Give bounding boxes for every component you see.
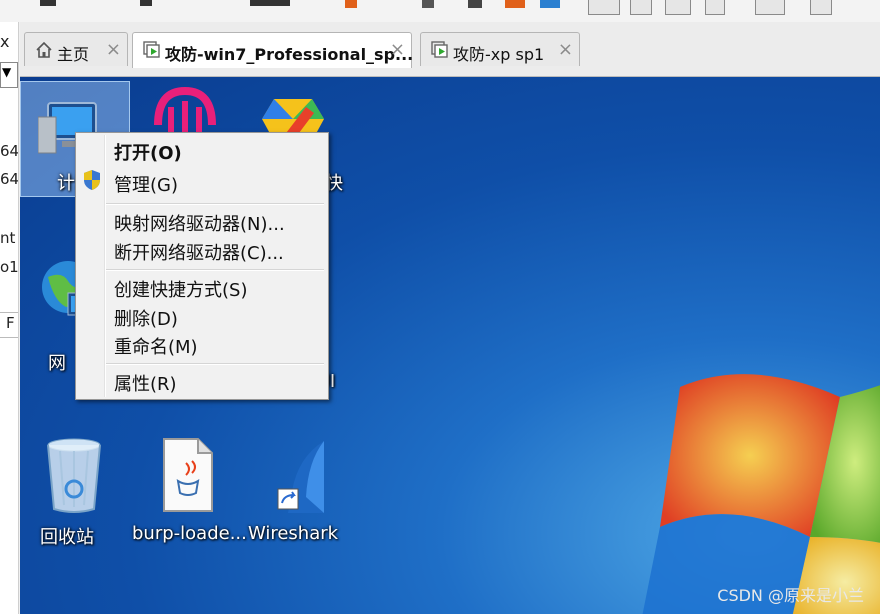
power-icon[interactable] xyxy=(345,0,357,8)
toolbar-icon[interactable] xyxy=(250,0,290,6)
library-item-fragment[interactable]: 64 xyxy=(0,170,18,188)
menu-item-delete[interactable]: 删除(D) xyxy=(114,305,178,331)
tab-label: 攻防-win7_Professional_sp... xyxy=(165,45,414,64)
stretch-icon[interactable] xyxy=(755,0,785,15)
tab-label: 攻防-xp sp1 xyxy=(453,45,545,64)
menu-separator xyxy=(106,269,324,271)
windows-logo-wallpaper xyxy=(642,374,880,614)
desktop-icon-label: burp-loade... xyxy=(132,523,247,544)
desktop-icon-burp-loader[interactable]: burp-loade... xyxy=(132,433,247,544)
recycle-bin-icon xyxy=(47,438,101,513)
context-menu: 打开(O) 管理(G) 映射网络驱动器(N)... 断开网络驱动器(C)... … xyxy=(75,132,329,400)
desktop-icon-recycle-bin[interactable]: 回收站 xyxy=(20,433,130,548)
desktop-icon-wireshark[interactable]: Wireshark xyxy=(238,433,348,544)
snapshot-icon[interactable] xyxy=(468,0,482,8)
vm-running-icon xyxy=(143,41,160,58)
settings-icon[interactable] xyxy=(810,0,832,15)
library-section: F xyxy=(0,312,18,338)
java-file-icon xyxy=(163,438,213,512)
menu-item-map-drive[interactable]: 映射网络驱动器(N)... xyxy=(114,210,285,236)
tab-xp[interactable]: 攻防-xp sp1 × xyxy=(420,32,580,66)
wireshark-icon xyxy=(277,441,324,513)
fullscreen-icon[interactable] xyxy=(630,0,652,15)
library-close-button[interactable]: x xyxy=(0,32,9,51)
library-item-fragment[interactable]: 64 xyxy=(0,142,18,160)
menu-separator xyxy=(106,203,324,205)
menu-item-disconnect-drive[interactable]: 断开网络驱动器(C)... xyxy=(114,239,284,265)
close-icon[interactable]: × xyxy=(558,39,573,60)
revert-icon[interactable] xyxy=(505,0,525,8)
library-search-dropdown[interactable]: ▼ xyxy=(0,62,18,88)
toolbar-icon[interactable] xyxy=(40,0,56,6)
menu-item-properties[interactable]: 属性(R) xyxy=(114,370,177,396)
desktop-icon-label: 回收站 xyxy=(40,527,94,548)
manage-snapshot-icon[interactable] xyxy=(540,0,560,8)
library-item-fragment[interactable]: o1 xyxy=(0,258,18,276)
tab-win7[interactable]: 攻防-win7_Professional_sp... × xyxy=(132,32,414,68)
menu-item-open[interactable]: 打开(O) xyxy=(114,139,182,165)
menu-separator xyxy=(106,363,324,365)
library-item-fragment[interactable]: nt xyxy=(0,229,15,247)
tab-label: 主页 xyxy=(57,45,90,64)
view-mode-icon[interactable] xyxy=(588,0,620,15)
close-icon[interactable]: × xyxy=(390,39,405,60)
menu-item-manage[interactable]: 管理(G) xyxy=(114,171,178,197)
watermark: CSDN @原来是小兰 xyxy=(717,586,864,605)
home-icon xyxy=(36,41,52,58)
vm-running-icon xyxy=(431,41,448,58)
library-panel: x ▼ 64 64 nt o1 F xyxy=(0,22,19,614)
chevron-down-icon: ▼ xyxy=(2,65,12,79)
close-icon[interactable]: × xyxy=(106,39,121,60)
tab-bar: 主页 × 攻防-win7_Professional_sp... × 攻防-xp … xyxy=(20,22,880,77)
host-toolbar xyxy=(0,0,880,22)
unity-icon[interactable] xyxy=(665,0,691,15)
menu-gutter xyxy=(104,135,106,397)
uac-shield-icon xyxy=(84,170,100,190)
desktop-icon-label: Wireshark xyxy=(247,523,339,544)
menu-item-create-shortcut[interactable]: 创建快捷方式(S) xyxy=(114,276,247,302)
tab-home[interactable]: 主页 × xyxy=(24,32,128,66)
toolbar-icon[interactable] xyxy=(140,0,152,6)
dropdown-icon[interactable] xyxy=(422,0,434,8)
menu-item-rename[interactable]: 重命名(M) xyxy=(114,333,198,359)
console-icon[interactable] xyxy=(705,0,725,15)
library-item-fragment: F xyxy=(6,314,15,332)
